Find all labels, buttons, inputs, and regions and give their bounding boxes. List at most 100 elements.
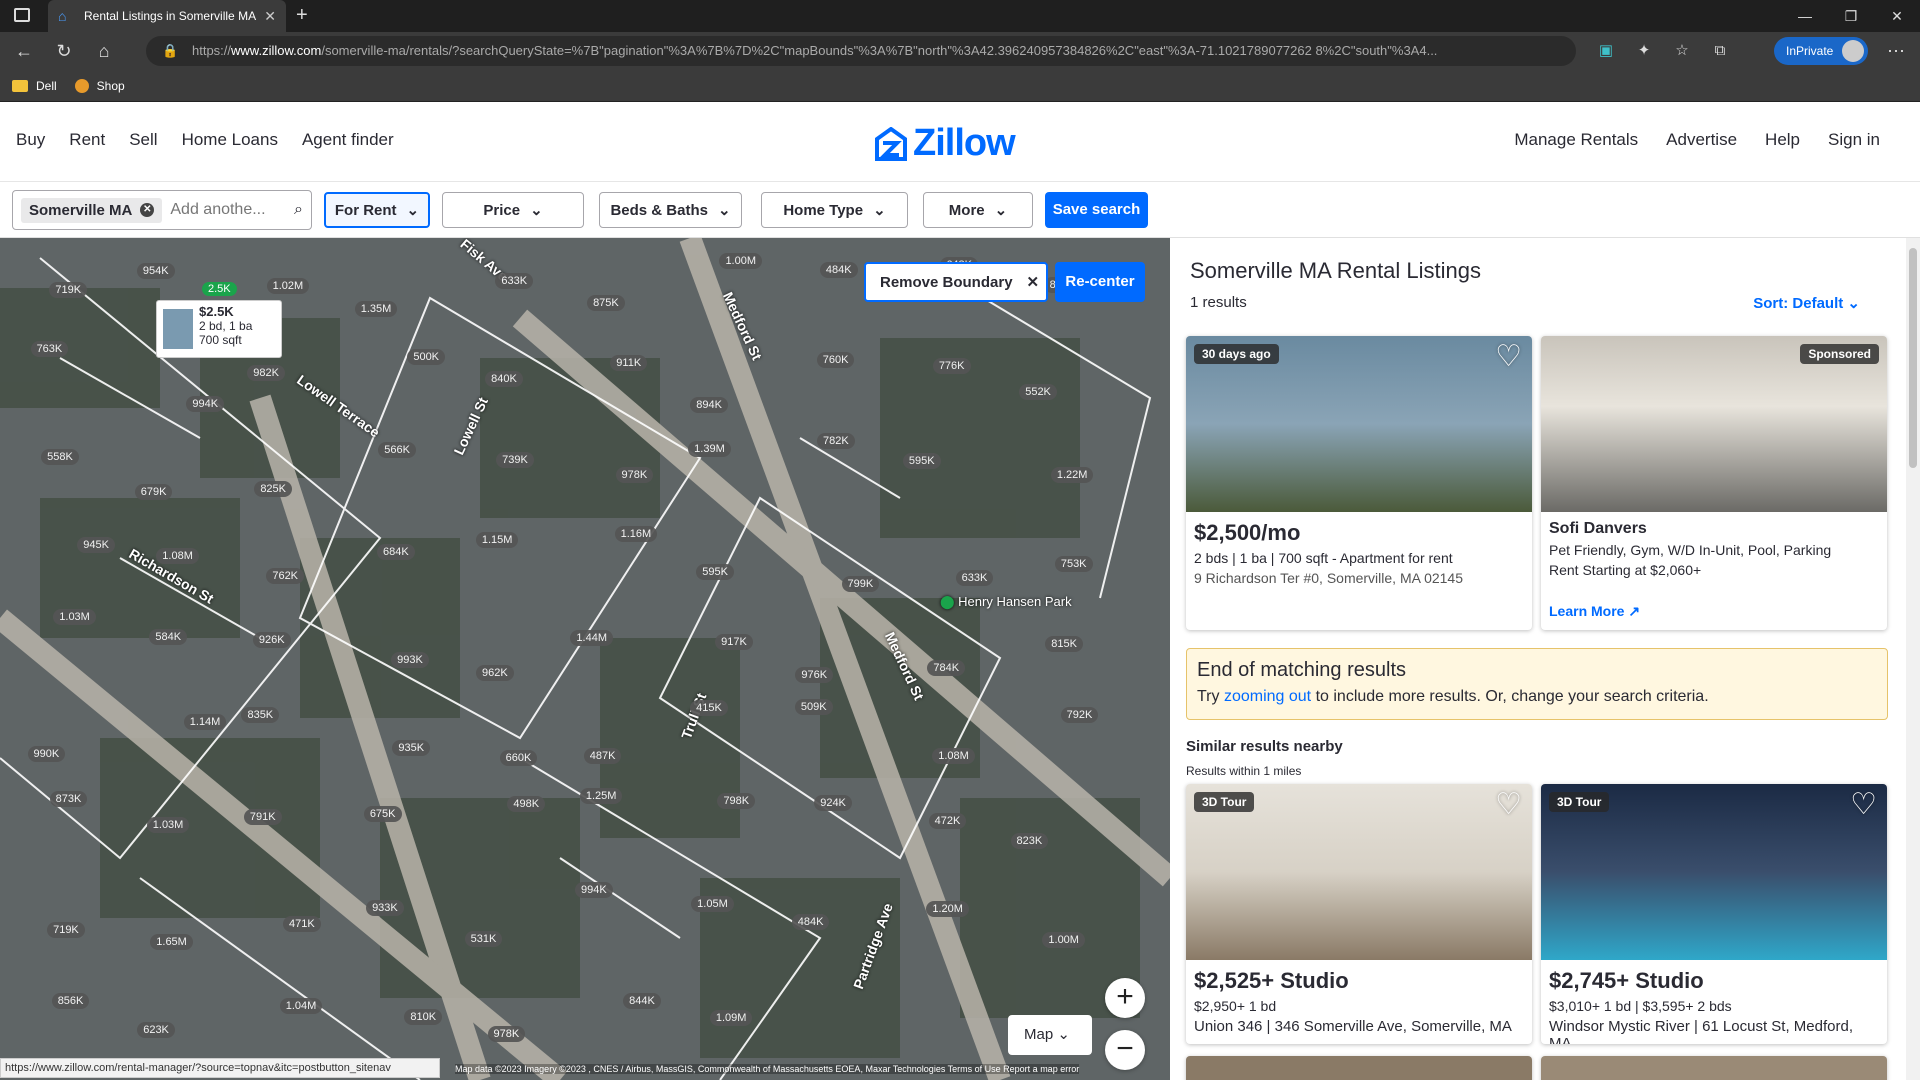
nav-buy[interactable]: Buy	[16, 130, 45, 150]
partial-card[interactable]	[1541, 1056, 1887, 1080]
price-pin[interactable]: 954K	[136, 262, 175, 279]
price-pin[interactable]: 679K	[134, 483, 173, 500]
price-pin[interactable]: 798K	[717, 793, 756, 810]
favorites-icon[interactable]: ☆	[1666, 36, 1698, 66]
more-dropdown[interactable]: More ⌄	[923, 192, 1033, 228]
price-pin[interactable]: 844K	[623, 992, 661, 1009]
home-icon[interactable]: ⌂	[88, 35, 120, 67]
nav-sell[interactable]: Sell	[129, 130, 157, 150]
price-pin[interactable]: 760K	[816, 351, 855, 368]
restore-icon[interactable]: ❐	[1828, 0, 1874, 32]
price-pin[interactable]: 1.03M	[53, 609, 96, 626]
price-pin[interactable]: 509K	[794, 699, 833, 716]
price-pin[interactable]: 840K	[485, 371, 523, 388]
nav-rent[interactable]: Rent	[69, 130, 105, 150]
price-pin[interactable]: 472K	[928, 812, 967, 829]
price-pin[interactable]: 1.14M	[183, 713, 227, 730]
price-pin[interactable]: 856K	[51, 993, 90, 1010]
price-pin[interactable]: 660K	[499, 750, 538, 767]
price-pin[interactable]: 1.08M	[932, 747, 975, 764]
browser-tab[interactable]: ⌂ Rental Listings in Somerville MA ✕	[48, 0, 286, 32]
price-pin[interactable]: 1.16M	[614, 525, 658, 542]
price-pin[interactable]: 633K	[495, 272, 534, 289]
price-pin[interactable]: 719K	[49, 281, 88, 298]
price-pin[interactable]: 633K	[955, 569, 994, 586]
price-pin[interactable]: 1.00M	[1042, 932, 1085, 949]
partial-card[interactable]	[1186, 1056, 1532, 1080]
search-box[interactable]: Somerville MA ✕ Add anothe... ⌕	[12, 190, 312, 230]
listing-card[interactable]: 30 days ago ♡ $2,500/mo 2 bds | 1 ba | 7…	[1186, 336, 1532, 630]
price-pin[interactable]: 584K	[149, 629, 188, 646]
new-tab-icon[interactable]: +	[296, 4, 308, 27]
recenter-button[interactable]: Re-center	[1055, 262, 1145, 302]
bookmark-shop[interactable]: Shop	[74, 78, 125, 93]
learn-more-link[interactable]: Learn More ↗	[1549, 603, 1640, 620]
price-pin[interactable]: 917K	[715, 634, 753, 651]
price-pin[interactable]: 1.04M	[279, 997, 323, 1014]
price-pin[interactable]: 994K	[574, 882, 613, 899]
price-pin[interactable]: 911K	[610, 354, 648, 371]
price-pin[interactable]: 782K	[817, 433, 855, 450]
price-pin[interactable]: 873K	[49, 791, 88, 808]
price-pin[interactable]: 623K	[137, 1021, 175, 1038]
close-window-icon[interactable]: ✕	[1874, 0, 1920, 32]
nav-manage-rentals[interactable]: Manage Rentals	[1514, 130, 1638, 150]
extension-icon[interactable]: ▣	[1590, 36, 1622, 66]
save-search-button[interactable]: Save search	[1045, 192, 1148, 228]
puzzle-icon[interactable]: ✦	[1628, 36, 1660, 66]
close-tab-icon[interactable]: ✕	[264, 8, 276, 25]
back-icon[interactable]: ←	[8, 35, 40, 67]
url-field[interactable]: 🔒 https://www.zillow.com/somerville-ma/r…	[146, 36, 1576, 66]
price-pin[interactable]: 1.25M	[579, 788, 623, 805]
nav-sign-in[interactable]: Sign in	[1828, 130, 1880, 150]
nav-help[interactable]: Help	[1765, 130, 1800, 150]
more-icon[interactable]: ⋯	[1880, 36, 1912, 66]
price-pin[interactable]: 719K	[47, 922, 85, 939]
collections-icon[interactable]: ⧉	[1704, 36, 1736, 66]
zoom-out-link[interactable]: zooming out	[1224, 688, 1311, 705]
price-pin[interactable]: 945K	[77, 537, 115, 554]
price-pin[interactable]: 835K	[241, 707, 280, 724]
price-pin[interactable]: 484K	[791, 914, 830, 931]
price-pin[interactable]: 1.44M	[570, 629, 613, 646]
price-pin[interactable]: 875K	[587, 294, 625, 311]
price-pin[interactable]: 566K	[378, 442, 416, 459]
heart-icon[interactable]: ♡	[1850, 790, 1877, 820]
map-view[interactable]: Fisk Ave Medford St Lowell Terrace Lowel…	[0, 238, 1170, 1080]
price-pin[interactable]: 990K	[27, 745, 66, 762]
sort-dropdown[interactable]: Sort: Default ⌄	[1753, 294, 1860, 312]
similar-card-2[interactable]: 3D Tour ♡ $2,745+ Studio $3,010+ 1 bd | …	[1541, 784, 1887, 1044]
remove-boundary-button[interactable]: Remove Boundary ✕	[864, 262, 1048, 302]
price-pin[interactable]: 784K	[927, 660, 966, 677]
price-pin[interactable]: 1.00M	[719, 252, 763, 269]
price-pin[interactable]: 762K	[266, 568, 305, 585]
price-pin[interactable]: 815K	[1045, 636, 1083, 653]
heart-icon[interactable]: ♡	[1495, 342, 1522, 372]
listing-popup[interactable]: $2.5K 2 bd, 1 ba 700 sqft	[156, 300, 282, 358]
price-pin[interactable]: 484K	[819, 262, 858, 279]
search-input[interactable]: Add anothe...	[170, 201, 286, 219]
for-rent-dropdown[interactable]: For Rent ⌄	[324, 192, 430, 228]
price-pin[interactable]: 978K	[487, 1026, 526, 1043]
nav-home-loans[interactable]: Home Loans	[182, 130, 278, 150]
nav-advertise[interactable]: Advertise	[1666, 130, 1737, 150]
price-pin[interactable]: 982K	[247, 364, 285, 381]
bookmark-dell[interactable]: Dell	[12, 79, 57, 93]
minimize-icon[interactable]: —	[1782, 0, 1828, 32]
price-pin[interactable]: 558K	[41, 449, 79, 465]
price-pin[interactable]: 739K	[496, 452, 534, 469]
scrollbar-thumb[interactable]	[1909, 248, 1917, 468]
price-pin[interactable]: 684K	[377, 544, 415, 561]
price-pin[interactable]: 976K	[795, 667, 834, 684]
nav-agent-finder[interactable]: Agent finder	[302, 130, 394, 150]
price-pin[interactable]: 791K	[243, 809, 282, 826]
price-pin[interactable]: 498K	[507, 796, 546, 813]
home-type-dropdown[interactable]: Home Type ⌄	[761, 192, 908, 228]
location-chip[interactable]: Somerville MA ✕	[21, 197, 163, 223]
price-pin[interactable]: 1.22M	[1050, 466, 1094, 483]
search-icon[interactable]: ⌕	[294, 201, 303, 219]
price-pin[interactable]: 993K	[391, 652, 429, 669]
price-pin[interactable]: 753K	[1054, 556, 1093, 573]
price-pin[interactable]: 926K	[252, 631, 291, 648]
inprivate-button[interactable]: InPrivate	[1774, 37, 1868, 65]
